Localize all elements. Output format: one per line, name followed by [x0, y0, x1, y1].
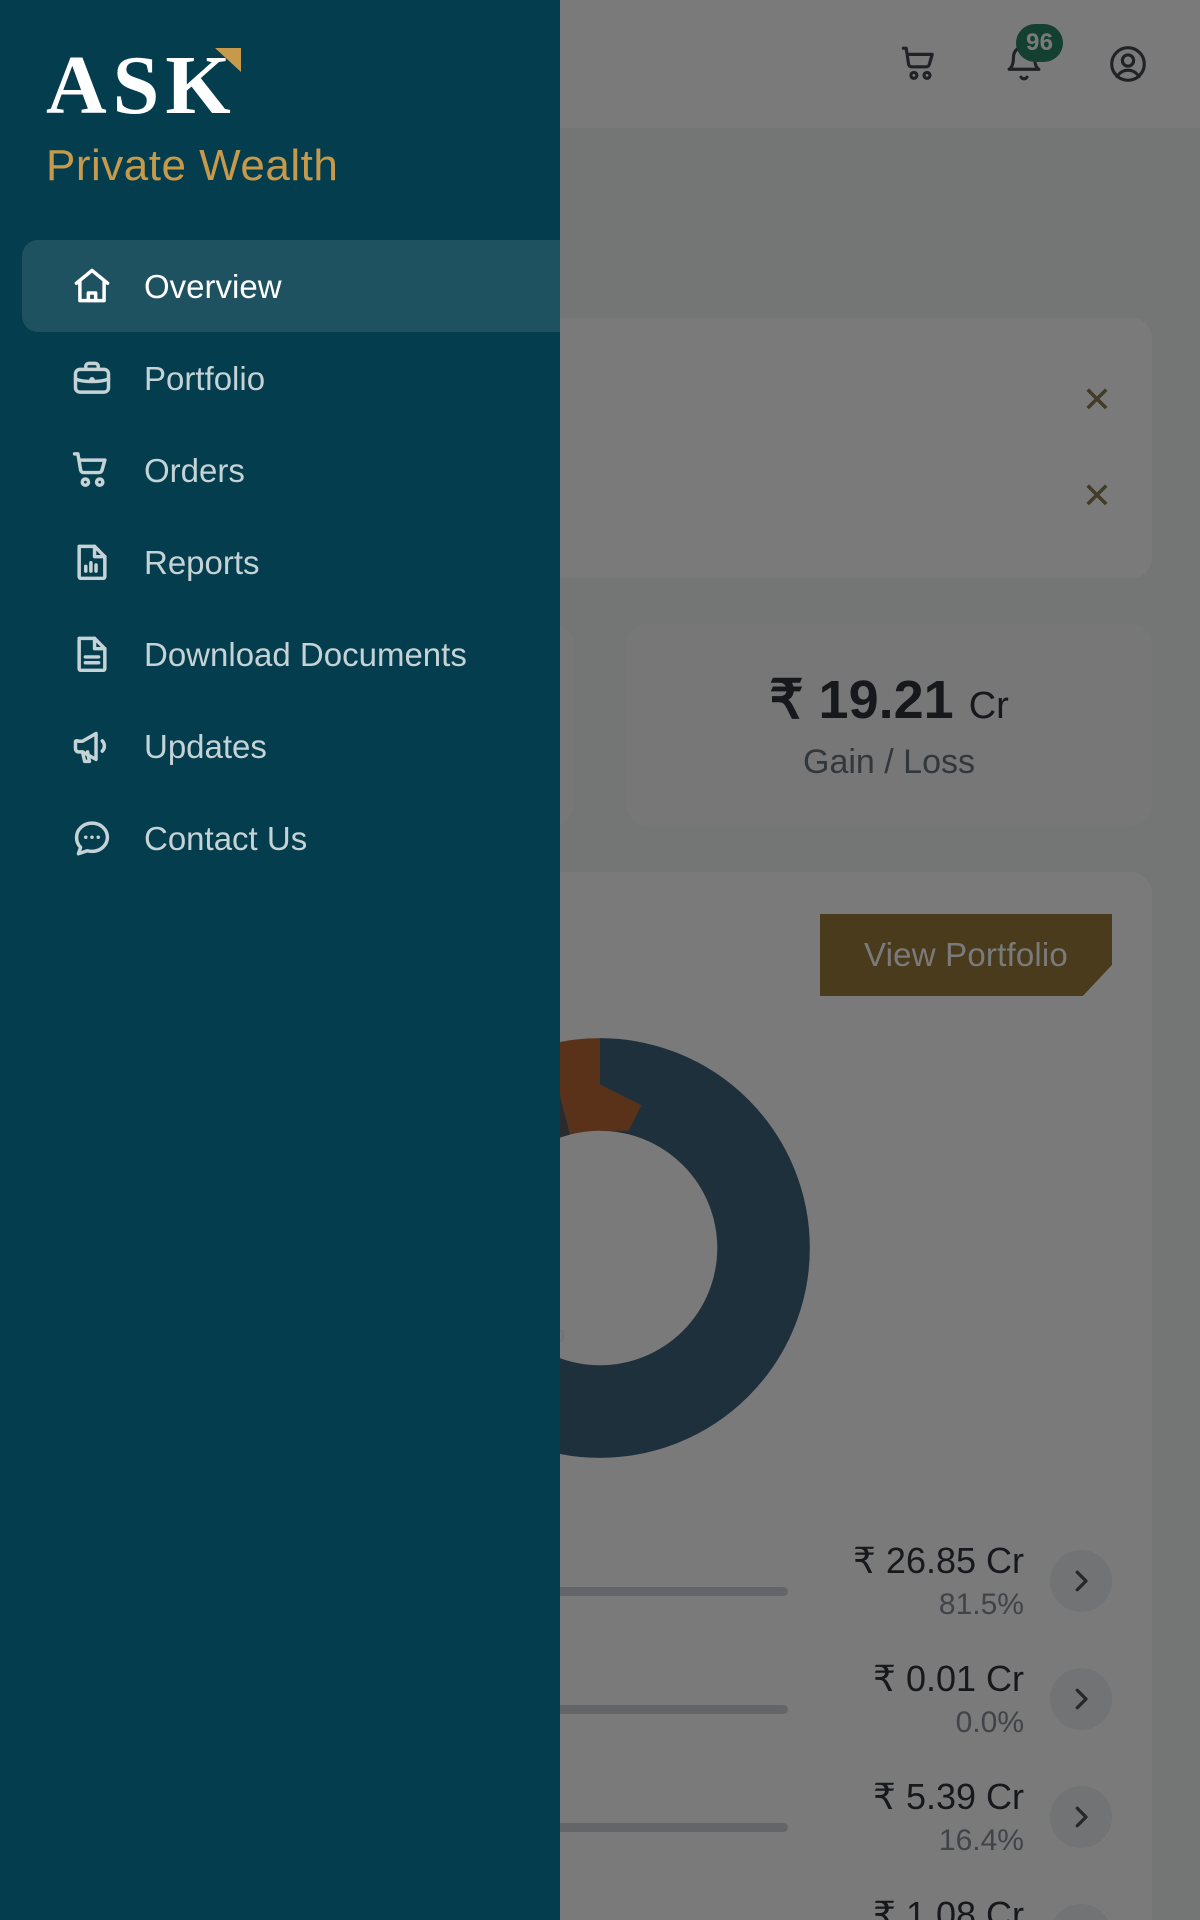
logo-mark: ASK — [46, 44, 241, 128]
report-icon — [68, 538, 116, 586]
sidebar-item-orders[interactable]: Orders — [22, 424, 560, 516]
sidebar-item-portfolio[interactable]: Portfolio — [22, 332, 560, 424]
chat-icon — [68, 814, 116, 862]
drawer-menu: Overview Portfolio Orders Reports Downlo… — [0, 240, 560, 884]
brand-logo: ASK Private Wealth — [0, 0, 560, 190]
sidebar-item-reports[interactable]: Reports — [22, 516, 560, 608]
sidebar-item-label: Reports — [144, 543, 260, 581]
sidebar-item-label: Updates — [144, 727, 267, 765]
sidebar-item-updates[interactable]: Updates — [22, 700, 560, 792]
logo-triangle-icon — [214, 48, 241, 72]
cart-icon — [68, 446, 116, 494]
sidebar-item-label: Contact Us — [144, 819, 308, 857]
screen: 96 ck Here ✕ ✕ — [0, 0, 1200, 1920]
briefcase-icon — [68, 354, 116, 402]
sidebar-item-overview[interactable]: Overview — [22, 240, 560, 333]
megaphone-icon — [68, 722, 116, 770]
sidebar-item-download-documents[interactable]: Download Documents — [22, 608, 560, 700]
logo-wordmark: ASK — [46, 39, 237, 132]
sidebar-item-label: Orders — [144, 451, 245, 489]
home-icon — [68, 262, 116, 310]
sidebar-item-label: Portfolio — [144, 359, 266, 397]
navigation-drawer: ASK Private Wealth Overview Portfolio Or… — [0, 0, 560, 1920]
document-icon — [68, 630, 116, 678]
sidebar-item-contact-us[interactable]: Contact Us — [22, 792, 560, 884]
sidebar-item-label: Overview — [144, 267, 282, 305]
sidebar-item-label: Download Documents — [144, 635, 467, 673]
logo-subtitle: Private Wealth — [46, 141, 339, 190]
